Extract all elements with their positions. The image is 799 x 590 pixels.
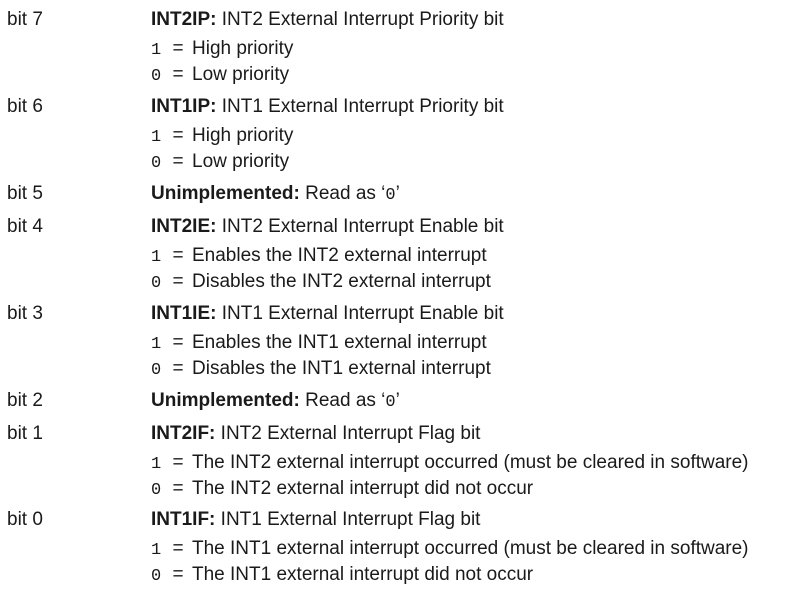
value-text: Low priority (192, 64, 290, 85)
bit-name: INT2IP: (151, 9, 217, 30)
value-line: 0 = Low priority (151, 149, 293, 175)
value-code: 0 (151, 67, 162, 86)
bit-label: bit 6 (7, 96, 43, 117)
equals-sign: = (172, 332, 184, 353)
bit-name: INT2IE: (151, 216, 217, 237)
bit-name: Unimplemented: (151, 183, 300, 204)
equals-sign: = (172, 64, 184, 85)
bit-description-text: INT1 External Interrupt Enable bit (221, 303, 504, 324)
value-line: 1 = Enables the INT2 external interrupt (151, 243, 491, 269)
equals-sign: = (172, 151, 184, 172)
value-list: 1 = High priority 0 = Low priority (151, 123, 293, 175)
value-code: 1 (151, 455, 162, 474)
value-code: 1 (151, 248, 162, 267)
value-list: 1 = Enables the INT1 external interrupt 0 =… (151, 330, 491, 382)
bit-description-text-end: ’ (395, 183, 400, 204)
bit-description: INT1IP: INT1 External Interrupt Priority… (151, 95, 504, 119)
value-text: The INT1 external interrupt occurred (mu… (192, 538, 749, 559)
bit-description: INT2IE: INT2 External Interrupt Enable b… (151, 215, 504, 239)
bit-label: bit 0 (7, 509, 43, 530)
value-list: 1 = High priority 0 = Low priority (151, 36, 293, 88)
value-line: 0 = Low priority (151, 62, 293, 88)
value-code: 1 (151, 335, 162, 354)
equals-sign: = (172, 452, 184, 473)
value-text: Low priority (192, 151, 290, 172)
value-line: 1 = High priority (151, 36, 293, 62)
value-text: Disables the INT2 external interrupt (192, 271, 491, 292)
value-code: 0 (385, 186, 396, 205)
equals-sign: = (172, 125, 184, 146)
equals-sign: = (172, 478, 184, 499)
value-code: 1 (151, 128, 162, 147)
bit-label: bit 3 (7, 303, 43, 324)
bit-description-text: INT2 External Interrupt Priority bit (221, 9, 504, 30)
value-line: 0 = Disables the INT1 external interrupt (151, 356, 491, 382)
bit-name: INT1IP: (151, 96, 217, 117)
bit-label: bit 2 (7, 390, 43, 411)
bit-label: bit 1 (7, 423, 43, 444)
value-text: High priority (192, 38, 294, 59)
value-code: 0 (151, 481, 162, 500)
value-line: 1 = High priority (151, 123, 293, 149)
bit-label: bit 5 (7, 183, 43, 204)
value-line: 0 = Disables the INT2 external interrupt (151, 269, 491, 295)
equals-sign: = (172, 38, 184, 59)
bit-description: INT1IE: INT1 External Interrupt Enable b… (151, 302, 504, 326)
value-code: 0 (151, 274, 162, 293)
value-line: 0 = The INT2 external interrupt did not oc… (151, 476, 749, 502)
bit-description-text: INT1 External Interrupt Priority bit (221, 96, 504, 117)
value-text: High priority (192, 125, 294, 146)
bit-description: Unimplemented: Read as ‘0’ (151, 389, 400, 415)
value-list: 1 = The INT1 external interrupt occurred (… (151, 536, 749, 588)
bit-name: INT1IF: (151, 509, 216, 530)
value-code: 0 (151, 154, 162, 173)
bit-description: INT2IF: INT2 External Interrupt Flag bit (151, 422, 480, 446)
value-list: 1 = The INT2 external interrupt occurred (… (151, 450, 749, 502)
value-text: Enables the INT2 external interrupt (192, 245, 487, 266)
bit-description: INT2IP: INT2 External Interrupt Priority… (151, 8, 504, 32)
value-code: 0 (151, 361, 162, 380)
value-text: The INT2 external interrupt did not occu… (192, 478, 534, 499)
bit-description-text: INT1 External Interrupt Flag bit (220, 509, 481, 530)
value-text: Enables the INT1 external interrupt (192, 332, 487, 353)
equals-sign: = (172, 271, 184, 292)
bit-description: INT1IF: INT1 External Interrupt Flag bit (151, 508, 480, 532)
equals-sign: = (172, 245, 184, 266)
value-text: Disables the INT1 external interrupt (192, 358, 491, 379)
bit-name: INT1IE: (151, 303, 217, 324)
value-line: 1 = The INT1 external interrupt occurred (… (151, 536, 749, 562)
bit-name: INT2IF: (151, 423, 216, 444)
bit-description-text: INT2 External Interrupt Flag bit (220, 423, 481, 444)
bit-description-text: INT2 External Interrupt Enable bit (221, 216, 504, 237)
value-code: 1 (151, 41, 162, 60)
bit-description: Unimplemented: Read as ‘0’ (151, 182, 400, 208)
bit-name: Unimplemented: (151, 390, 300, 411)
value-code: 1 (151, 541, 162, 560)
value-list: 1 = Enables the INT2 external interrupt 0 =… (151, 243, 491, 295)
value-line: 1 = Enables the INT1 external interrupt (151, 330, 491, 356)
bit-description-text-end: ’ (395, 390, 400, 411)
bit-label: bit 7 (7, 9, 43, 30)
bit-label: bit 4 (7, 216, 43, 237)
value-code: 0 (151, 567, 162, 586)
value-code: 0 (385, 393, 396, 412)
equals-sign: = (172, 538, 184, 559)
bit-description-text: Read as ‘ (305, 390, 386, 411)
value-line: 1 = The INT2 external interrupt occurred (… (151, 450, 749, 476)
value-line: 0 = The INT1 external interrupt did not oc… (151, 562, 749, 588)
equals-sign: = (172, 358, 184, 379)
equals-sign: = (172, 564, 184, 585)
value-text: The INT1 external interrupt did not occu… (192, 564, 534, 585)
value-text: The INT2 external interrupt occurred (mu… (192, 452, 749, 473)
bit-description-text: Read as ‘ (305, 183, 386, 204)
